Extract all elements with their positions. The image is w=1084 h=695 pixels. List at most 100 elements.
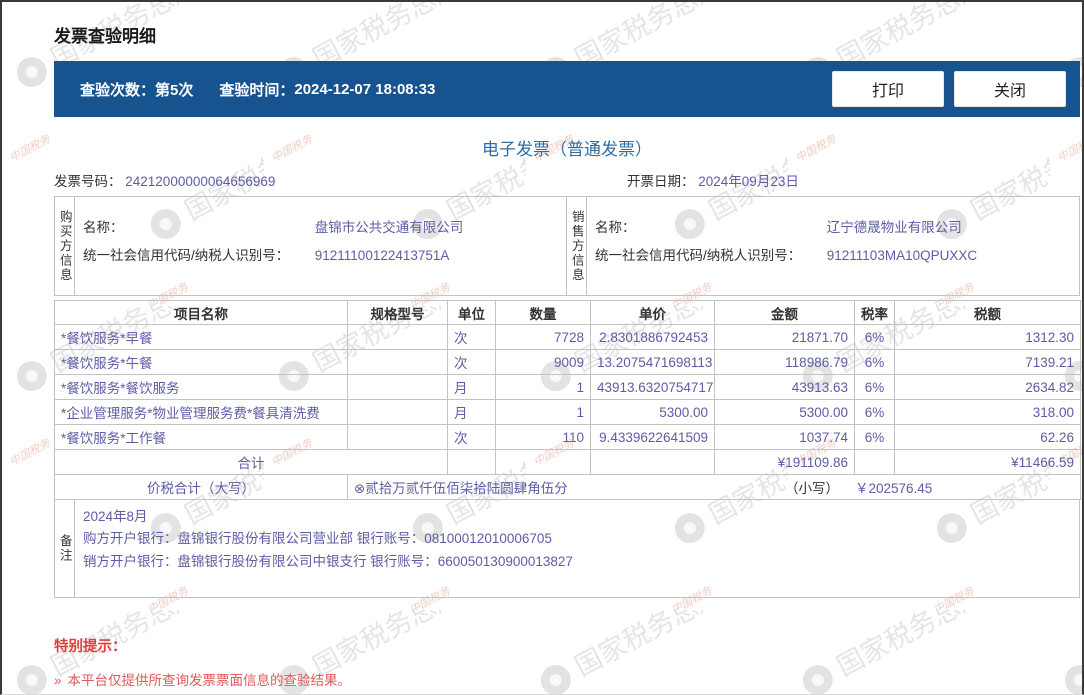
item-tax: 7139.21 [894,349,1081,375]
item-amount: 1037.74 [714,424,855,450]
total-empty-unit [447,449,496,475]
item-name: *企业管理服务*物业管理服务费*餐具清洗费 [54,399,348,425]
item-unit: 月 [447,399,496,425]
item-tax-rate: 6% [854,399,895,425]
total-empty-price [590,449,715,475]
item-tax-rate: 6% [854,324,895,350]
total-label: 合计 [54,449,448,475]
check-time-group: 查验时间： 2024-12-07 18:08:33 [219,79,435,100]
remarks-line-period: 2024年8月 [83,509,148,524]
seller-side-label: 销售方信息 [567,197,587,295]
item-amount: 118986.79 [714,349,855,375]
col-header-price: 单价 [590,300,715,325]
remarks-section: 备注 2024年8月 购方开户银行：盘锦银行股份有限公司营业部 银行账号：081… [54,500,1080,598]
col-header-tax: 税额 [894,300,1081,325]
toolbar-buttons: 打印 关闭 [822,71,1066,107]
item-tax: 2634.82 [894,374,1081,400]
item-spec [347,399,448,425]
buyer-seller-section: 购买方信息 名称： 盘锦市公共交通有限公司 统一社会信用代码/纳税人识别号： 9… [54,196,1080,296]
item-spec [347,374,448,400]
invoice-number-value: 24212000000064656969 [125,174,276,189]
grand-total-row: 价税合计（大写） ⊗贰拾万贰仟伍佰柒拾陆圆肆角伍分 （小写） ￥202576.4… [54,474,1081,500]
item-tax-rate: 6% [854,349,895,375]
invoice-date-label: 开票日期： [627,174,695,189]
item-unit: 次 [447,324,496,350]
invoice-verification-window: 国家税务总局 中国税务 国家税务总局 中国税务 发票查验明细 查验次数： 第5次… [0,0,1084,695]
seller-name-row: 名称： 辽宁德晟物业有限公司 [595,216,1071,236]
total-row: 合计 ¥191109.86 ¥11466.59 [54,449,1081,475]
buyer-info: 购买方信息 名称： 盘锦市公共交通有限公司 统一社会信用代码/纳税人识别号： 9… [55,197,567,295]
line-items-table: 项目名称 规格型号 单位 数量 单价 金额 税率 税额 *餐饮服务*早餐 次 7… [54,300,1081,500]
item-spec [347,324,448,350]
invoice-date-group: 开票日期： 2024年09月23日 [627,170,799,190]
item-amount: 43913.63 [714,374,855,400]
remarks-line-buyer-bank: 购方开户银行：盘锦银行股份有限公司营业部 银行账号：08100012010006… [83,531,552,547]
item-tax: 318.00 [894,399,1081,425]
special-notice: 特别提示： »本平台仅提供所查询发票票面信息的查验结果。 »若发现发票查验结果与… [54,635,1082,694]
item-price: 13.2075471698113 [590,349,715,375]
page-title: 发票查验明细 [54,27,156,46]
total-tax: ¥11466.59 [894,449,1081,475]
item-amount: 21871.70 [714,324,855,350]
notice-item: » 本平台仅提供所查询发票票面信息的查验结果。 [54,669,1082,689]
seller-name-label: 名称： [595,220,636,235]
seller-info: 销售方信息 名称： 辽宁德晟物业有限公司 统一社会信用代码/纳税人识别号： 91… [567,197,1079,295]
buyer-taxid-row: 统一社会信用代码/纳税人识别号： 91211100122413751A [83,244,558,264]
total-amount: ¥191109.86 [714,449,855,475]
grand-total-figures-label: （小写） [785,481,839,496]
seller-taxid-label: 统一社会信用代码/纳税人识别号： [595,248,802,263]
grand-total-cell: ⊗贰拾万贰仟伍佰柒拾陆圆肆角伍分 （小写） ￥202576.45 [347,474,1081,500]
item-spec [347,424,448,450]
seller-name-value: 辽宁德晟物业有限公司 [826,220,962,235]
remarks-side-label: 备注 [55,500,75,597]
col-header-tax-rate: 税率 [854,300,895,325]
buyer-taxid-label: 统一社会信用代码/纳税人识别号： [83,248,290,263]
item-unit: 次 [447,424,496,450]
table-row: *餐饮服务*工作餐 次 110 9.4339622641509 1037.74 … [54,424,1081,450]
print-button[interactable]: 打印 [832,71,944,107]
special-notice-title: 特别提示： [54,639,127,655]
item-tax-rate: 6% [854,424,895,450]
item-qty: 1 [495,399,591,425]
item-tax: 1312.30 [894,324,1081,350]
table-row: *企业管理服务*物业管理服务费*餐具清洗费 月 1 5300.00 5300.0… [54,399,1081,425]
check-time-label: 查验时间： [219,81,295,99]
invoice-meta-row: 发票号码： 24212000000064656969 开票日期： 2024年09… [54,170,1080,190]
remarks-line-seller-bank: 销方开户银行：盘锦银行股份有限公司中银支行 银行账号：6600501309000… [83,553,573,569]
seller-taxid-row: 统一社会信用代码/纳税人识别号： 91211103MA10QPUXXC [595,244,1071,264]
item-tax: 62.26 [894,424,1081,450]
item-name: *餐饮服务*餐饮服务 [54,374,348,400]
invoice-date-value: 2024年09月23日 [698,174,799,189]
buyer-taxid-value: 91211100122413751A [314,248,450,263]
item-qty: 9009 [495,349,591,375]
grand-total-words-value: ⊗贰拾万贰仟伍佰柒拾陆圆肆角伍分 [354,481,568,496]
item-spec [347,349,448,375]
remarks-content: 2024年8月 购方开户银行：盘锦银行股份有限公司营业部 银行账号：081000… [75,500,1079,597]
item-unit: 月 [447,374,496,400]
item-qty: 7728 [495,324,591,350]
check-count-value: 第5次 [155,81,194,99]
col-header-amount: 金额 [714,300,855,325]
invoice-number-label: 发票号码： [54,174,122,189]
col-header-unit: 单位 [447,300,496,325]
item-qty: 1 [495,374,591,400]
table-row: *餐饮服务*餐饮服务 月 1 43913.6320754717 43913.63… [54,374,1081,400]
item-unit: 次 [447,349,496,375]
item-name: *餐饮服务*早餐 [54,324,348,350]
buyer-name-row: 名称： 盘锦市公共交通有限公司 [83,216,558,236]
notice-bullet-icon: » [54,673,62,688]
table-header-row: 项目名称 规格型号 单位 数量 单价 金额 税率 税额 [54,300,1081,325]
seller-taxid-value: 91211103MA10QPUXXC [826,248,978,263]
item-price: 9.4339622641509 [590,424,715,450]
item-price: 43913.6320754717 [590,374,715,400]
item-name: *餐饮服务*工作餐 [54,424,348,450]
invoice-number-group: 发票号码： 24212000000064656969 [54,170,627,190]
item-price: 2.8301886792453 [590,324,715,350]
item-qty: 110 [495,424,591,450]
seller-fields: 名称： 辽宁德晟物业有限公司 统一社会信用代码/纳税人识别号： 91211103… [587,197,1079,295]
item-tax-rate: 6% [854,374,895,400]
close-button[interactable]: 关闭 [954,71,1066,107]
notice-item-text: 本平台仅提供所查询发票票面信息的查验结果。 [67,673,352,688]
table-row: *餐饮服务*早餐 次 7728 2.8301886792453 21871.70… [54,324,1081,350]
buyer-side-label: 购买方信息 [55,197,75,295]
